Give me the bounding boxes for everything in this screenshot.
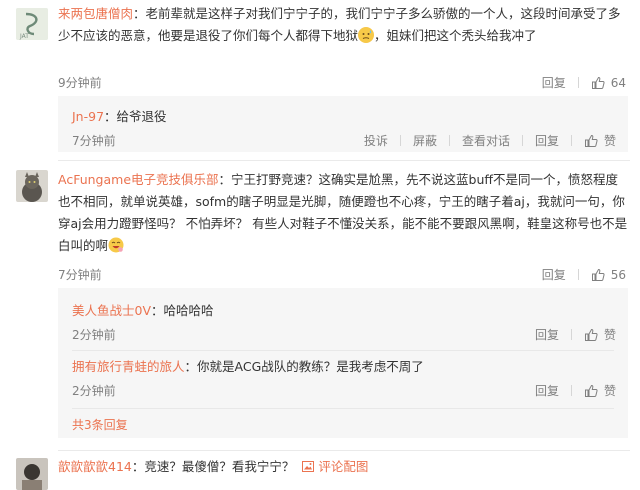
avatar-image	[16, 170, 48, 202]
divider	[577, 77, 579, 88]
avatar[interactable]: JAT	[16, 8, 48, 40]
reply-content: ：哈哈哈哈	[151, 303, 214, 318]
replies-box: Jn-97：给爷退役 7分钟前 投诉 屏蔽 查看对话 回复 赞	[58, 96, 628, 152]
thumbs-up-icon	[584, 328, 598, 341]
comment-username[interactable]: 歆歆歆歆414	[58, 459, 132, 474]
like-label: 赞	[603, 328, 616, 342]
divider	[570, 329, 572, 340]
thumbs-up-icon	[584, 384, 598, 397]
like-button[interactable]: 赞	[584, 132, 616, 149]
svg-text:JAT: JAT	[19, 33, 29, 40]
like-count: 56	[610, 267, 626, 282]
reply-divider	[72, 350, 614, 351]
reply-text: Jn-97：给爷退役	[72, 106, 167, 125]
reply-button[interactable]: 回复	[535, 132, 559, 149]
divider	[521, 135, 523, 146]
like-count: 64	[610, 75, 626, 90]
reply-time: 2分钟前	[72, 328, 116, 342]
comment-content-cont: ，姐妹们把这个秃头给我冲了	[374, 28, 537, 43]
avatar-image: JAT	[16, 8, 48, 40]
divider	[570, 385, 572, 396]
reply-button[interactable]: 回复	[535, 382, 559, 399]
comment-actions: 回复 56	[542, 266, 626, 283]
view-conversation-button[interactable]: 查看对话	[462, 132, 510, 149]
comment-2: AcFungame电子竞技俱乐部：宁王打野竞速？这确实是尬黑，先不说这蓝buff…	[0, 160, 640, 440]
thumbs-up-icon	[584, 134, 598, 147]
reply-time: 2分钟前	[72, 384, 116, 398]
reply-button[interactable]: 回复	[535, 326, 559, 343]
reply-content: ：你就是ACG战队的教练？是我考虑不周了	[184, 359, 424, 374]
more-replies-link[interactable]: 共3条回复	[72, 416, 128, 433]
reply-divider	[72, 408, 614, 409]
thumbs-up-icon	[591, 268, 605, 281]
image-icon	[302, 461, 315, 472]
reply-time: 7分钟前	[72, 134, 116, 148]
thumbs-up-icon	[591, 76, 605, 89]
comment-content: ：竞速？最傻僧？看我宁宁？	[131, 459, 295, 474]
divider	[570, 135, 572, 146]
reply-content: ：给爷退役	[104, 109, 167, 124]
reply-username[interactable]: 拥有旅行青蛙的旅人	[72, 359, 185, 374]
avatar[interactable]	[16, 170, 48, 202]
comment-text: 来两包唐僧肉：老前辈就是这样子对我们宁宁子的，我们宁宁子多么骄傲的一个人，这段时…	[58, 3, 630, 47]
reply-text: 美人鱼战士0V：哈哈哈哈	[72, 300, 214, 319]
like-button[interactable]: 64	[591, 76, 626, 90]
divider	[577, 269, 579, 280]
comment-username[interactable]: 来两包唐僧肉	[58, 6, 133, 21]
comment-text: 歆歆歆歆414：竞速？最傻僧？看我宁宁？ 评论配图	[58, 456, 630, 478]
reply-1: Jn-97：给爷退役 7分钟前 投诉 屏蔽 查看对话 回复 赞	[58, 96, 628, 152]
reply-1: 美人鱼战士0V：哈哈哈哈 2分钟前 回复 赞	[58, 288, 628, 342]
reply-username[interactable]: Jn-97	[72, 109, 104, 124]
comment-time: 7分钟前	[58, 268, 102, 282]
grin-emoji-icon	[108, 237, 124, 253]
like-label: 赞	[603, 134, 616, 148]
avatar-image	[16, 458, 48, 490]
block-button[interactable]: 屏蔽	[413, 132, 437, 149]
reply-actions: 回复 赞	[535, 382, 616, 399]
comment-3: 歆歆歆歆414：竞速？最傻僧？看我宁宁？ 评论配图	[0, 450, 640, 490]
reply-actions: 投诉 屏蔽 查看对话 回复 赞	[364, 132, 616, 149]
picture-comment-label: 评论配图	[318, 459, 369, 474]
comment-text: AcFungame电子竞技俱乐部：宁王打野竞速？这确实是尬黑，先不说这蓝buff…	[58, 169, 630, 257]
reply-button[interactable]: 回复	[542, 74, 566, 91]
like-button[interactable]: 56	[591, 268, 626, 282]
like-label: 赞	[603, 384, 616, 398]
reply-button[interactable]: 回复	[542, 266, 566, 283]
divider	[448, 135, 450, 146]
reply-username[interactable]: 美人鱼战士0V	[72, 303, 151, 318]
comment-1: JAT 来两包唐僧肉：老前辈就是这样子对我们宁宁子的，我们宁宁子多么骄傲的一个人…	[0, 0, 640, 152]
comment-time: 9分钟前	[58, 76, 102, 90]
picture-comment-link[interactable]: 评论配图	[302, 459, 368, 474]
like-button[interactable]: 赞	[584, 326, 616, 343]
avatar[interactable]	[16, 458, 48, 490]
comment-actions: 回复 64	[542, 74, 626, 91]
reply-text: 拥有旅行青蛙的旅人：你就是ACG战队的教练？是我考虑不周了	[72, 356, 424, 375]
reply-2: 拥有旅行青蛙的旅人：你就是ACG战队的教练？是我考虑不周了 2分钟前 回复 赞	[58, 352, 628, 406]
like-button[interactable]: 赞	[584, 382, 616, 399]
reply-actions: 回复 赞	[535, 326, 616, 343]
comment-username[interactable]: AcFungame电子竞技俱乐部	[58, 172, 219, 187]
sweat-emoji-icon	[358, 27, 375, 43]
divider	[399, 135, 401, 146]
report-button[interactable]: 投诉	[364, 132, 388, 149]
replies-box: 美人鱼战士0V：哈哈哈哈 2分钟前 回复 赞 拥有旅行青蛙的旅人：你就是ACG战…	[58, 288, 628, 438]
